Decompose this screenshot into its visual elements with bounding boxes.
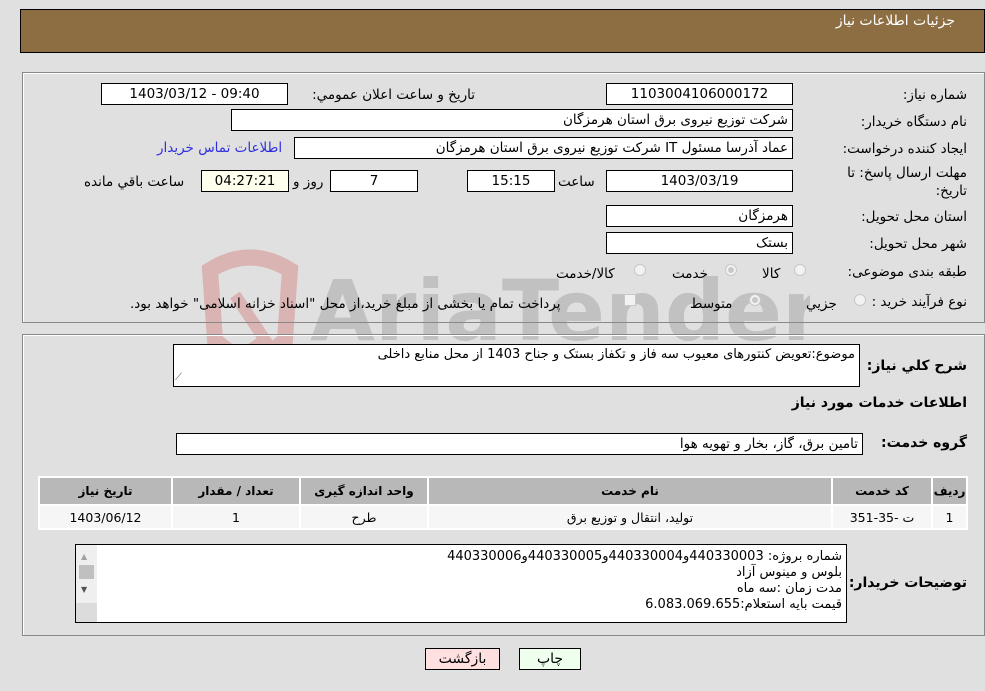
remaining-time-label: ساعت باقي مانده [84, 174, 185, 190]
notes-scrollbar[interactable]: ▲ ▼ [76, 545, 97, 622]
col-service-code: کد خدمت [833, 478, 931, 504]
notes-line: مدت زمان :سه ماه [736, 581, 842, 596]
deadline-date-field[interactable]: 1403/03/19 [606, 170, 793, 192]
city-field[interactable]: بستک [606, 232, 793, 254]
remaining-time-field: 04:27:21 [201, 170, 289, 192]
service-group-label: گروه خدمت: [881, 435, 967, 451]
col-row: ردیف [933, 478, 966, 504]
days-remaining-field[interactable]: 7 [330, 170, 418, 192]
description-text: موضوع:تعویض کنتورهای معیوب سه فاز و تکفا… [377, 347, 855, 362]
notes-line: قیمت بایه استعلام:6.083.069.655 [645, 597, 842, 612]
category-option-goods-service: کالا/خدمت [556, 266, 615, 282]
cell-need-date: 1403/06/12 [40, 506, 171, 528]
scroll-down-icon[interactable]: ▼ [81, 585, 87, 594]
category-radio-goods[interactable] [794, 264, 806, 276]
deadline-time-label: ساعت [558, 174, 595, 190]
category-option-goods: کالا [762, 266, 781, 282]
process-option-medium: متوسط [690, 296, 733, 312]
creator-field[interactable]: عماد آذرسا مسئول IT شرکت توزیع نیروی برق… [294, 137, 793, 159]
treasury-checkbox-label: پرداخت تمام یا بخشی از مبلغ خرید،از محل … [130, 296, 561, 312]
table-header-row: ردیف کد خدمت نام خدمت واحد اندازه گیری ت… [40, 478, 966, 504]
page-title: جزئیات اطلاعات نیاز [835, 13, 955, 29]
cell-quantity: 1 [173, 506, 299, 528]
description-textarea[interactable]: موضوع:تعویض کنتورهای معیوب سه فاز و تکفا… [173, 344, 860, 387]
services-heading: اطلاعات خدمات مورد نیاز [791, 395, 967, 411]
cell-unit: طرح [301, 506, 427, 528]
province-field[interactable]: هرمزگان [606, 205, 793, 227]
buyer-notes-label: توضیحات خریدار: [848, 575, 967, 591]
category-option-service: خدمت [672, 266, 708, 282]
province-label: استان محل تحویل: [861, 209, 967, 225]
print-button[interactable]: چاپ [519, 648, 581, 670]
col-need-date: تاریخ نیاز [40, 478, 171, 504]
buyer-org-label: نام دستگاه خریدار: [860, 114, 967, 130]
days-label: روز و [293, 174, 324, 190]
process-radio-medium[interactable] [749, 294, 761, 306]
cell-service-code: ت -35-351 [833, 506, 931, 528]
notes-line: شماره بروژه: 440330003و440330004و4403300… [447, 549, 842, 564]
process-radio-minor[interactable] [854, 294, 866, 306]
treasury-checkbox[interactable] [624, 294, 636, 306]
category-label: طبقه بندی موضوعی: [847, 264, 967, 280]
buyer-org-field[interactable]: شرکت توزیع نیروی برق استان هرمزگان [231, 109, 793, 131]
col-service-name: نام خدمت [429, 478, 831, 504]
category-radio-service[interactable] [725, 264, 737, 276]
scroll-thumb[interactable] [79, 565, 94, 579]
description-label: شرح کلي نیاز: [866, 358, 967, 374]
process-option-minor: جزيي [806, 296, 837, 312]
buyer-contact-link[interactable]: اطلاعات تماس خریدار [157, 140, 282, 156]
resize-grip-icon[interactable] [76, 603, 97, 622]
services-table-wrapper: ردیف کد خدمت نام خدمت واحد اندازه گیری ت… [38, 476, 968, 530]
scroll-up-icon[interactable]: ▲ [81, 552, 87, 561]
deadline-label: مهلت ارسال پاسخ: تا تاریخ: [847, 165, 967, 199]
cell-row: 1 [933, 506, 966, 528]
cell-service-name: تولید، انتقال و توزیع برق [429, 506, 831, 528]
col-unit: واحد اندازه گیری [301, 478, 427, 504]
col-quantity: تعداد / مقدار [173, 478, 299, 504]
resize-grip-icon[interactable]: ⟋ [175, 372, 182, 383]
deadline-time-field[interactable]: 15:15 [467, 170, 555, 192]
back-button[interactable]: بازگشت [425, 648, 500, 670]
need-number-label: شماره نیاز: [902, 87, 967, 103]
services-table: ردیف کد خدمت نام خدمت واحد اندازه گیری ت… [38, 476, 968, 530]
city-label: شهر محل تحویل: [869, 236, 967, 252]
process-label: نوع فرآیند خرید : [871, 294, 967, 310]
announce-date-field[interactable]: 1403/03/12 - 09:40 [101, 83, 288, 105]
category-radio-goods-service[interactable] [634, 264, 646, 276]
creator-label: ایجاد کننده درخواست: [842, 141, 967, 157]
table-row: 1 ت -35-351 تولید، انتقال و توزیع برق طر… [40, 506, 966, 528]
service-group-field[interactable]: تامین برق، گاز، بخار و تهویه هوا [176, 433, 863, 455]
need-number-field[interactable]: 1103004106000172 [606, 83, 793, 105]
announce-date-label: تاریخ و ساعت اعلان عمومي: [312, 87, 475, 103]
buyer-notes-textarea[interactable]: شماره بروژه: 440330003و440330004و4403300… [75, 544, 847, 623]
notes-line: بلوس و مینوس آزاد [736, 565, 842, 580]
